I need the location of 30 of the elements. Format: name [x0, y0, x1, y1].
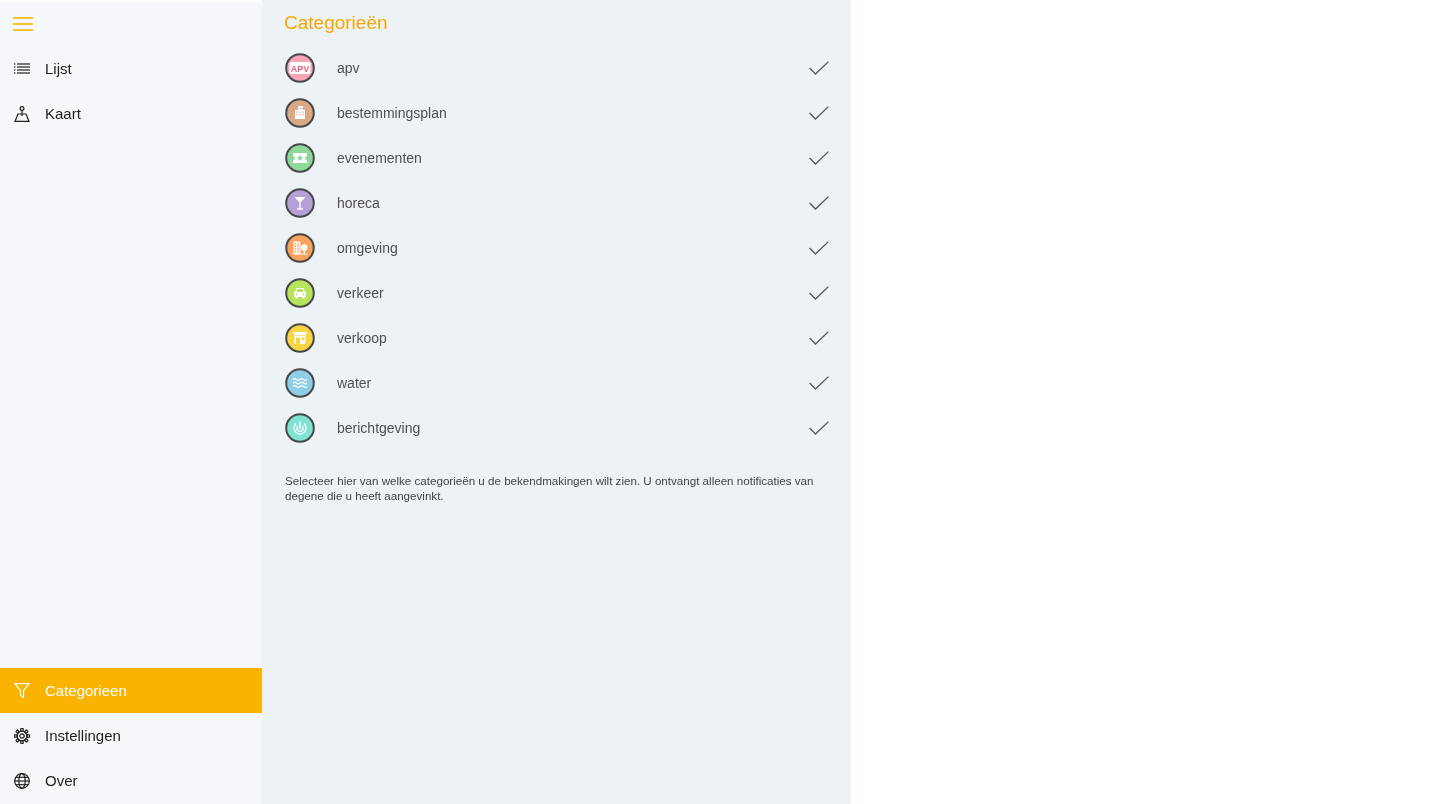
list-icon: [14, 62, 30, 75]
nav-item[interactable]: Lijst: [0, 46, 262, 91]
check-icon[interactable]: [809, 60, 829, 75]
pin-icon: [14, 105, 30, 122]
check-icon[interactable]: [809, 420, 829, 435]
nav-item[interactable]: Instellingen: [0, 713, 262, 758]
category-icon: APV: [285, 52, 315, 83]
check-icon[interactable]: [809, 150, 829, 165]
category-name: water: [337, 374, 373, 391]
check-icon[interactable]: [809, 240, 829, 255]
check-icon[interactable]: [809, 330, 829, 345]
check-icon[interactable]: [809, 195, 829, 210]
category-name: horeca: [337, 194, 381, 211]
nav-item[interactable]: Over: [0, 758, 262, 803]
category-name: apv: [337, 59, 361, 76]
filter-icon: [14, 683, 30, 698]
check-icon[interactable]: [809, 375, 829, 390]
page-title: Categorieën: [284, 10, 389, 35]
category-name: omgeving: [337, 239, 399, 256]
category-name: evenementen: [337, 149, 423, 166]
settings-icon: [14, 727, 30, 744]
check-icon[interactable]: [809, 285, 829, 300]
globe-icon: [14, 772, 30, 789]
category-name: verkeer: [337, 284, 385, 301]
check-icon[interactable]: [809, 105, 829, 120]
nav-item[interactable]: Kaart: [0, 91, 262, 136]
category-name: bestemmingsplan: [337, 104, 448, 121]
description-text: Selecteer hier van welke categorieën u de bekendmakingen wilt zien. U ontvangt alleen notificaties van degene die u heeft aangevinkt.: [285, 473, 815, 503]
category-name: verkoop: [337, 329, 388, 346]
category-name: berichtgeving: [337, 419, 422, 436]
